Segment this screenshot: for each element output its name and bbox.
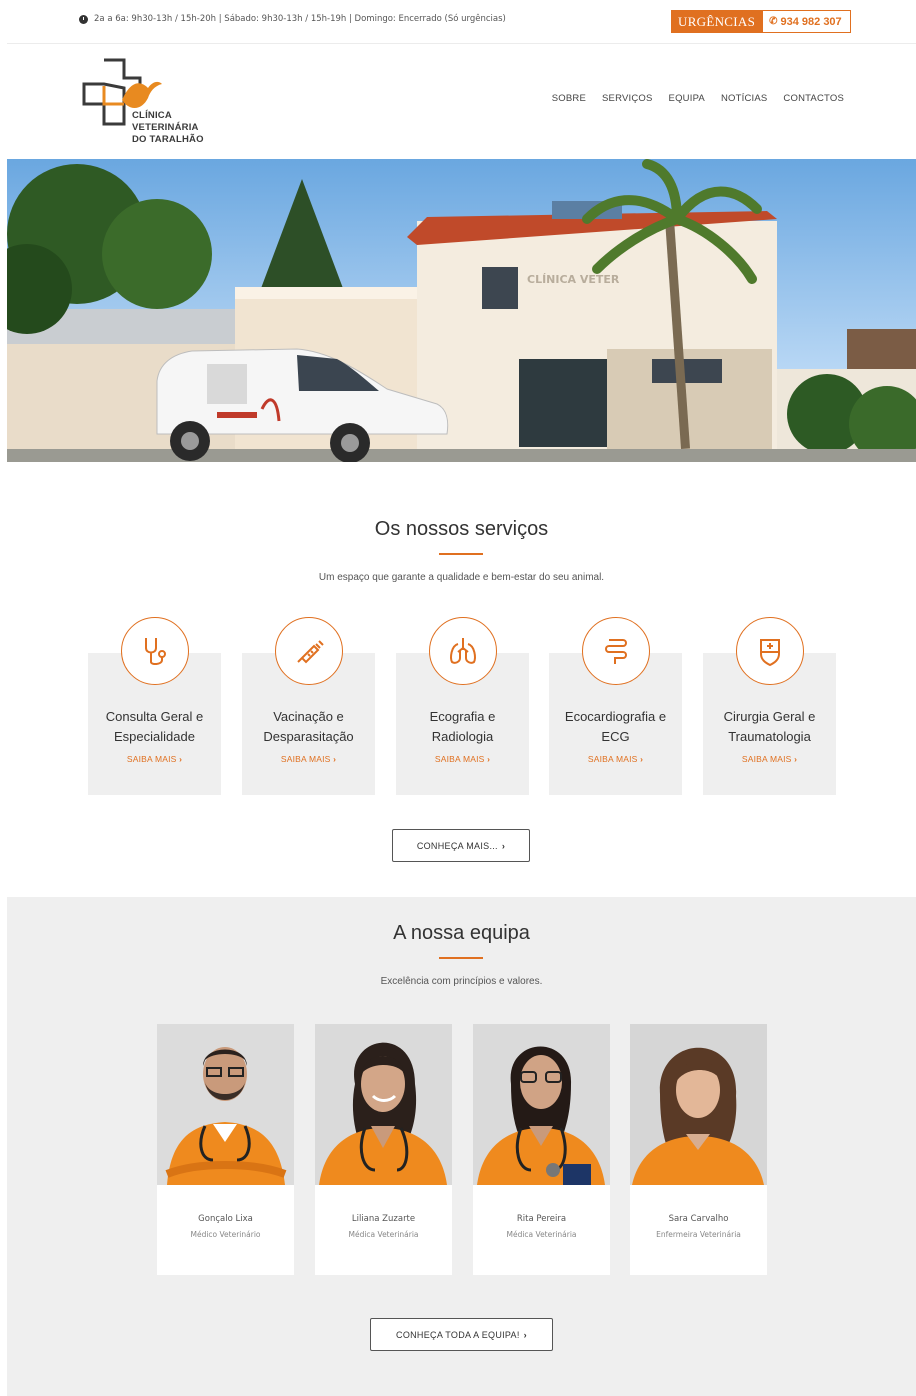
intestine-icon: [582, 617, 650, 685]
service-more-link[interactable]: SAIBA MAIS ›: [88, 754, 221, 764]
opening-hours-text: 2a a 6a: 9h30-13h / 15h-20h | Sábado: 9h…: [94, 14, 506, 24]
shield-medical-icon: [736, 617, 804, 685]
urgency-button[interactable]: URGÊNCIAS ✆ 934 982 307: [671, 10, 851, 33]
team-member-card[interactable]: Sara Carvalho Enfermeira Veterinária: [630, 1024, 767, 1275]
main-nav: SOBRE SERVIÇOS EQUIPA NOTÍCIAS CONTACTOS: [552, 93, 844, 104]
service-more-link[interactable]: SAIBA MAIS ›: [396, 754, 529, 764]
clinic-logo[interactable]: CLÍNICA VETERINÁRIA DO TARALHÃO: [82, 58, 212, 148]
nav-item-servicos[interactable]: SERVIÇOS: [602, 93, 653, 104]
logo-text: CLÍNICA VETERINÁRIA DO TARALHÃO: [132, 110, 204, 146]
service-more-label: SAIBA MAIS: [587, 754, 638, 764]
service-more-link[interactable]: SAIBA MAIS ›: [703, 754, 836, 764]
syringe-icon: [275, 617, 343, 685]
top-bar: 2a a 6a: 9h30-13h / 15h-20h | Sábado: 9h…: [7, 0, 916, 44]
service-name-line-1: Cirurgia Geral e: [723, 709, 816, 724]
chevron-right-icon: ›: [523, 1329, 527, 1340]
team-member-card[interactable]: Gonçalo Lixa Médico Veterinário: [157, 1024, 294, 1275]
service-more-label: SAIBA MAIS: [434, 754, 485, 764]
logo-line-2: VETERINÁRIA: [132, 122, 199, 133]
service-name: Ecografia e Radiologia: [396, 707, 529, 747]
meet-team-label: CONHEÇA TODA A EQUIPA!: [396, 1329, 520, 1340]
service-name-line-2: Desparasitação: [263, 729, 354, 744]
team-member-card[interactable]: Liliana Zuzarte Médica Veterinária: [315, 1024, 452, 1275]
member-role: Médica Veterinária: [506, 1230, 577, 1239]
member-name: Gonçalo Lixa: [198, 1214, 253, 1224]
stethoscope-icon: [121, 617, 189, 685]
member-photo: [473, 1024, 610, 1185]
member-name: Liliana Zuzarte: [351, 1214, 416, 1224]
service-more-label: SAIBA MAIS: [280, 754, 331, 764]
service-name-line-1: Consulta Geral e: [105, 709, 204, 724]
chevron-right-icon: ›: [487, 754, 491, 764]
service-name: Cirurgia Geral e Traumatologia: [703, 707, 836, 747]
service-name-line-1: Vacinação e: [273, 709, 344, 724]
member-role: Médico Veterinário: [190, 1230, 261, 1239]
member-photo: [315, 1024, 452, 1185]
nav-item-noticias[interactable]: NOTÍCIAS: [721, 93, 767, 104]
opening-hours: 2a a 6a: 9h30-13h / 15h-20h | Sábado: 9h…: [79, 14, 506, 24]
member-photo: [630, 1024, 767, 1185]
nav-item-sobre[interactable]: SOBRE: [552, 93, 586, 104]
team-subtitle: Excelência com princípios e valores.: [380, 976, 543, 987]
chevron-right-icon: ›: [640, 754, 644, 764]
member-role: Enfermeira Veterinária: [656, 1230, 741, 1239]
service-more-link[interactable]: SAIBA MAIS ›: [242, 754, 375, 764]
service-name: Ecocardiografia e ECG: [549, 707, 682, 747]
member-name: Rita Pereira: [516, 1214, 567, 1224]
urgency-phone-number: 934 982 307: [780, 16, 842, 28]
team-title: A nossa equipa: [393, 922, 530, 944]
service-more-label: SAIBA MAIS: [741, 754, 792, 764]
service-name-line-2: Especialidade: [114, 729, 195, 744]
chevron-right-icon: ›: [794, 754, 798, 764]
chevron-right-icon: ›: [501, 840, 506, 851]
clinic-building-illustration: CLÍNICA VETER: [7, 159, 916, 462]
team-divider: [439, 957, 483, 959]
chevron-right-icon: ›: [179, 754, 183, 764]
service-name-line-2: Radiologia: [431, 729, 494, 744]
lungs-icon: [429, 617, 497, 685]
service-more-label: SAIBA MAIS: [126, 754, 177, 764]
nav-item-contactos[interactable]: CONTACTOS: [783, 93, 844, 104]
member-role: Médica Veterinária: [348, 1230, 419, 1239]
building-sign: CLÍNICA VETER: [527, 273, 620, 286]
services-divider: [439, 553, 483, 555]
meet-team-button[interactable]: CONHEÇA TODA A EQUIPA! ›: [370, 1318, 553, 1351]
urgency-phone[interactable]: ✆ 934 982 307: [763, 11, 850, 32]
member-photo: [157, 1024, 294, 1185]
service-name: Vacinação e Desparasitação: [242, 707, 375, 747]
hero-image: CLÍNICA VETER: [7, 159, 916, 462]
phone-icon: ✆: [769, 16, 778, 27]
logo-line-1: CLÍNICA: [132, 110, 172, 121]
urgency-label: URGÊNCIAS: [672, 11, 764, 32]
member-name: Sara Carvalho: [668, 1214, 729, 1224]
service-name-line-1: Ecocardiografia e: [564, 709, 667, 724]
service-name-line-2: ECG: [601, 729, 630, 744]
service-name-line-1: Ecografia e: [429, 709, 496, 724]
services-title: Os nossos serviços: [374, 518, 549, 540]
page: 2a a 6a: 9h30-13h / 15h-20h | Sábado: 9h…: [7, 0, 916, 1396]
service-more-link[interactable]: SAIBA MAIS ›: [549, 754, 682, 764]
services-subtitle: Um espaço que garante a qualidade e bem-…: [318, 572, 605, 583]
know-more-label: CONHEÇA MAIS...: [416, 840, 498, 851]
chevron-right-icon: ›: [333, 754, 337, 764]
logo-line-3: DO TARALHÃO: [132, 134, 204, 145]
clock-icon: [79, 14, 88, 24]
nav-item-equipa[interactable]: EQUIPA: [669, 93, 705, 104]
service-name-line-2: Traumatologia: [728, 729, 811, 744]
service-name: Consulta Geral e Especialidade: [88, 707, 221, 747]
know-more-button[interactable]: CONHEÇA MAIS... ›: [392, 829, 530, 862]
team-member-card[interactable]: Rita Pereira Médica Veterinária: [473, 1024, 610, 1275]
